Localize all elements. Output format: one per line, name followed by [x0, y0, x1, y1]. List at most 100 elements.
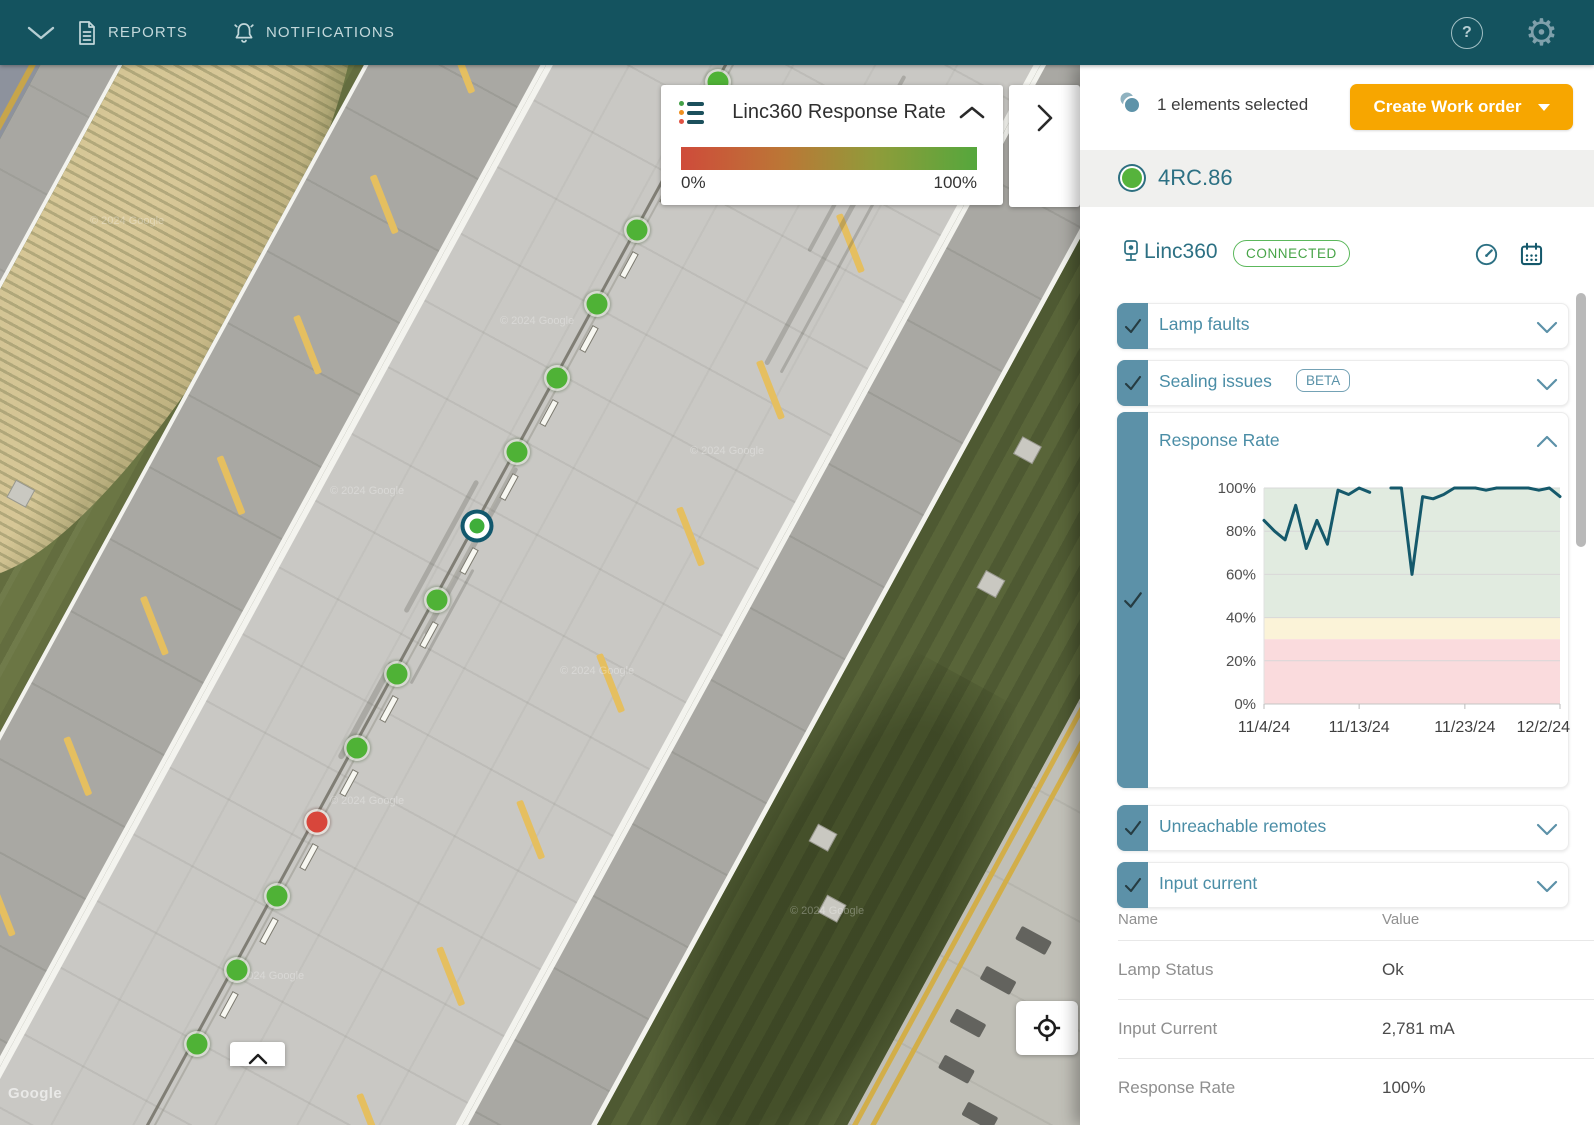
map-marking	[980, 966, 1017, 995]
accordion-lamp-faults: Lamp faults	[1117, 303, 1569, 349]
menu-chevron-down-icon[interactable]	[26, 25, 60, 41]
selection-circles-icon	[1115, 89, 1145, 117]
table-row: Input Current2,781 mA	[1118, 999, 1594, 1058]
legend-title: Linc360 Response Rate	[719, 101, 959, 124]
help-icon[interactable]: ?	[1451, 17, 1483, 49]
map-marker-ok[interactable]	[547, 368, 568, 389]
locate-button[interactable]	[1016, 1001, 1078, 1055]
target-icon	[1032, 1013, 1062, 1043]
svg-text:11/13/24: 11/13/24	[1329, 719, 1390, 736]
chevron-down-icon[interactable]	[1536, 823, 1558, 836]
chevron-up-icon[interactable]	[1536, 435, 1558, 448]
map-marking	[140, 596, 169, 656]
legend-list-icon[interactable]	[679, 101, 705, 124]
accordion-label[interactable]: Sealing issues	[1159, 371, 1272, 392]
accordion-response-rate: Response Rate 0%20%40%60%80%100%11/4/241…	[1117, 412, 1569, 788]
svg-text:11/23/24: 11/23/24	[1434, 719, 1495, 736]
attributes-table: Name Value Lamp StatusOkInput Current2,7…	[1118, 903, 1594, 1117]
nav-notifications[interactable]: NOTIFICATIONS	[232, 20, 395, 46]
map-marking	[370, 174, 399, 234]
chevron-down-icon[interactable]	[1536, 321, 1558, 334]
map-watermark: © 2024 Google	[500, 315, 574, 327]
check-icon	[1126, 822, 1140, 834]
response-rate-checkbox[interactable]	[1117, 412, 1148, 788]
map-marking	[596, 653, 625, 713]
map-marker-ok[interactable]	[587, 294, 608, 315]
accordion-label[interactable]: Input current	[1159, 873, 1257, 894]
accordion-label[interactable]: Response Rate	[1159, 430, 1280, 451]
map-watermark: © 2024 Google	[690, 445, 764, 457]
element-status-dot	[1122, 168, 1142, 188]
map-marker-selected[interactable]	[470, 519, 485, 534]
svg-text:12/2/24: 12/2/24	[1517, 719, 1570, 736]
chevron-down-icon[interactable]	[1536, 378, 1558, 391]
sealing-issues-checkbox[interactable]	[1117, 360, 1148, 406]
map-marking	[938, 1055, 975, 1084]
map-watermark: © 2024 Google	[330, 485, 404, 497]
map-marker-ok[interactable]	[187, 1034, 208, 1055]
legend-gradient-bar	[681, 147, 977, 170]
lamp-faults-checkbox[interactable]	[1117, 303, 1148, 349]
google-watermark: Google	[8, 1085, 62, 1102]
chevron-right-icon	[1034, 103, 1056, 133]
table-header-value: Value	[1382, 911, 1594, 928]
map-marker-fault[interactable]	[307, 812, 328, 833]
chevron-down-icon[interactable]	[1536, 880, 1558, 893]
check-icon	[1126, 879, 1140, 891]
connection-status-badge: CONNECTED	[1233, 240, 1350, 267]
map-marking	[293, 315, 322, 375]
check-icon	[1126, 320, 1140, 332]
accordion-unreachable-remotes: Unreachable remotes	[1117, 805, 1569, 851]
map-marker-ok[interactable]	[507, 442, 528, 463]
map-marker-ok[interactable]	[627, 220, 648, 241]
device-name: Linc360	[1144, 240, 1218, 264]
table-row: Lamp StatusOk	[1118, 940, 1594, 999]
selection-count-text: 1 elements selected	[1157, 95, 1308, 115]
svg-text:60%: 60%	[1226, 566, 1256, 583]
gear-icon[interactable]: ⚙	[1525, 14, 1558, 51]
map-marker-ok[interactable]	[227, 960, 248, 981]
selected-element-row[interactable]: 4RC.86	[1080, 150, 1594, 207]
accordion-input-current: Input current	[1117, 862, 1569, 908]
map-marker-ok[interactable]	[427, 590, 448, 611]
create-work-order-button[interactable]: Create Work order	[1350, 84, 1573, 130]
map-marking	[949, 1008, 986, 1037]
map-marking	[436, 946, 465, 1006]
svg-text:80%: 80%	[1226, 523, 1256, 540]
create-work-order-label: Create Work order	[1373, 97, 1521, 117]
map-marking	[1015, 926, 1052, 955]
map-marking	[356, 1093, 385, 1125]
satellite-map[interactable]: Google © 2024 Google © 2024 Google © 2024 …	[0, 65, 1080, 1125]
panel-scrollbar[interactable]	[1576, 293, 1586, 547]
table-row: Response Rate100%	[1118, 1058, 1594, 1117]
legend-collapse-chevron-up-icon[interactable]	[959, 105, 985, 120]
map-marking	[0, 877, 16, 937]
accordion-label[interactable]: Unreachable remotes	[1159, 816, 1326, 837]
chevron-up-icon	[247, 1052, 269, 1066]
bell-icon	[232, 20, 256, 46]
gauge-icon[interactable]	[1473, 241, 1500, 268]
accordion-label[interactable]: Lamp faults	[1159, 314, 1249, 335]
map-marker-ok[interactable]	[347, 738, 368, 759]
panel-collapse-button[interactable]	[1009, 85, 1080, 207]
nav-reports-label: REPORTS	[108, 24, 188, 41]
map-marker-ok[interactable]	[387, 664, 408, 685]
calendar-icon[interactable]	[1518, 241, 1545, 268]
element-id: 4RC.86	[1158, 165, 1233, 191]
nav-reports[interactable]: REPORTS	[76, 20, 188, 46]
input-current-checkbox[interactable]	[1117, 862, 1148, 908]
bottom-panel-expand-button[interactable]	[230, 1042, 285, 1066]
map-marking	[676, 506, 705, 566]
map-marking	[63, 736, 92, 796]
svg-text:11/4/24: 11/4/24	[1238, 719, 1290, 736]
map-marker-ok[interactable]	[267, 886, 288, 907]
map-marking	[976, 570, 1005, 598]
map-marking	[216, 455, 245, 515]
map-marking	[516, 800, 545, 860]
unreachable-remotes-checkbox[interactable]	[1117, 805, 1148, 851]
legend-max-label: 100%	[934, 173, 977, 193]
attribute-name: Lamp Status	[1118, 960, 1382, 980]
beta-badge: BETA	[1296, 369, 1350, 392]
table-header-name: Name	[1118, 911, 1382, 928]
map-watermark: © 2024 Google	[90, 215, 164, 227]
